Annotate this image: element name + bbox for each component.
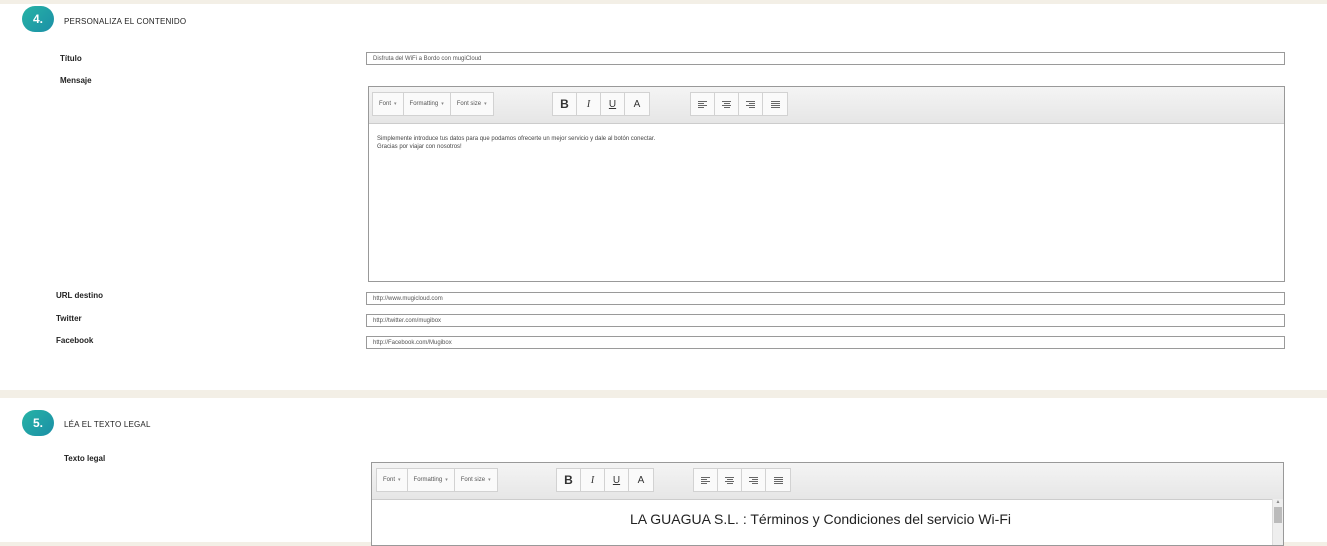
legal-editor-toolbar: Font ▾ Formatting ▾ Font size ▾ B I U A xyxy=(372,463,1283,500)
twitter-label: Twitter xyxy=(56,314,82,323)
justify-icon xyxy=(770,100,780,108)
underline-button[interactable]: U xyxy=(601,93,625,115)
font-dropdown[interactable]: Font ▾ xyxy=(373,93,404,115)
section-legal-text: 5. LÉA EL TEXTO LEGAL Texto legal Font ▾ … xyxy=(0,398,1327,546)
font-size-dropdown[interactable]: Font size ▾ xyxy=(451,93,493,115)
align-right-icon xyxy=(749,476,758,484)
align-center-button[interactable] xyxy=(718,469,742,491)
chevron-down-icon: ▾ xyxy=(394,101,397,107)
align-right-icon xyxy=(746,100,755,108)
scroll-up-arrow-icon[interactable]: ▲ xyxy=(1273,499,1283,505)
align-center-icon xyxy=(725,476,734,484)
align-center-icon xyxy=(722,100,731,108)
legal-editor-scrollbar[interactable]: ▲ xyxy=(1272,499,1283,545)
section-5-title: LÉA EL TEXTO LEGAL xyxy=(64,420,151,429)
message-editor[interactable]: Font▾ Formatting▾ Font size▾ B I U A xyxy=(368,86,1285,282)
text-color-button[interactable]: A xyxy=(625,93,649,115)
twitter-input[interactable]: http://twitter.com/mugibox xyxy=(366,314,1285,327)
url-input[interactable]: http://www.mugicloud.com xyxy=(366,292,1285,305)
justify-button[interactable] xyxy=(766,469,790,491)
step-5-badge: 5. xyxy=(22,410,54,436)
font-size-dropdown[interactable]: Font size ▾ xyxy=(455,469,497,491)
font-dropdown-group: Font ▾ Formatting ▾ Font size ▾ xyxy=(376,468,498,492)
align-left-button[interactable] xyxy=(691,93,715,115)
chevron-down-icon: ▾ xyxy=(441,101,444,107)
alignment-group xyxy=(693,468,791,492)
alignment-group xyxy=(690,92,788,116)
italic-button[interactable]: I xyxy=(577,93,601,115)
align-right-button[interactable] xyxy=(739,93,763,115)
chevron-down-icon: ▾ xyxy=(488,477,491,483)
font-dropdown-group: Font ▾ Formatting ▾ Font size ▾ xyxy=(372,92,494,116)
legal-editor[interactable]: Font▾ Formatting▾ Font size▾ B I U A xyxy=(371,462,1284,546)
chevron-down-icon: ▾ xyxy=(484,101,487,107)
text-color-button[interactable]: A xyxy=(629,469,653,491)
bold-button[interactable]: B xyxy=(553,93,577,115)
url-label: URL destino xyxy=(56,291,103,300)
text-style-group: B I U A xyxy=(552,92,650,116)
italic-button[interactable]: I xyxy=(581,469,605,491)
formatting-dropdown[interactable]: Formatting ▾ xyxy=(408,469,455,491)
align-left-icon xyxy=(698,100,707,108)
align-right-button[interactable] xyxy=(742,469,766,491)
font-dropdown[interactable]: Font ▾ xyxy=(377,469,408,491)
texto-legal-label: Texto legal xyxy=(64,454,106,463)
legal-heading: LA GUAGUA S.L. : Términos y Condiciones … xyxy=(630,511,1011,527)
section-4-title: PERSONALIZA EL CONTENIDO xyxy=(64,17,187,26)
titulo-label: Título xyxy=(60,54,82,63)
align-left-button[interactable] xyxy=(694,469,718,491)
titulo-input[interactable]: Disfruta del WiFi a Bordo con mugiCloud xyxy=(366,52,1285,65)
align-left-icon xyxy=(701,476,710,484)
step-4-badge: 4. xyxy=(22,6,54,32)
formatting-dropdown[interactable]: Formatting ▾ xyxy=(404,93,451,115)
message-editor-content[interactable]: Simplemente introduce tus datos para que… xyxy=(377,135,1276,151)
message-line-1: Simplemente introduce tus datos para que… xyxy=(377,136,656,142)
text-style-group: B I U A xyxy=(556,468,654,492)
align-center-button[interactable] xyxy=(715,93,739,115)
bold-button[interactable]: B xyxy=(557,469,581,491)
facebook-label: Facebook xyxy=(56,336,94,345)
justify-icon xyxy=(773,476,783,484)
editor-toolbar: Font ▾ Formatting ▾ Font size ▾ B I U A xyxy=(369,87,1284,124)
section-customize-content: 4. PERSONALIZA EL CONTENIDO Título Disfr… xyxy=(0,4,1327,390)
facebook-input[interactable]: http://Facebook.com/Mugibox xyxy=(366,336,1285,349)
mensaje-label: Mensaje xyxy=(60,76,92,85)
justify-button[interactable] xyxy=(763,93,787,115)
chevron-down-icon: ▾ xyxy=(398,477,401,483)
message-line-2: Gracias por viajar con nosotros! xyxy=(377,144,462,150)
scroll-thumb[interactable] xyxy=(1274,507,1282,523)
underline-button[interactable]: U xyxy=(605,469,629,491)
chevron-down-icon: ▾ xyxy=(445,477,448,483)
